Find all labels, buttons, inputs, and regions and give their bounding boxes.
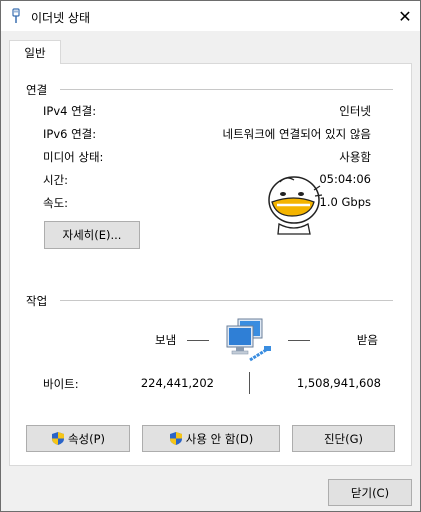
- connection-group-title: 연결: [26, 83, 48, 97]
- general-panel: 연결 IPv4 연결: 인터넷 IPv6 연결: 네트워크에 연결되어 있지 않…: [9, 63, 412, 466]
- disable-button[interactable]: 사용 안 함(D): [142, 425, 280, 452]
- window-title: 이더넷 상태: [31, 11, 91, 25]
- properties-button[interactable]: 속성(P): [26, 425, 130, 452]
- close-icon: ✕: [398, 6, 412, 26]
- duration-label: 시간:: [43, 173, 69, 187]
- bytes-received-value: 1,508,941,608: [296, 376, 381, 390]
- ipv6-label: IPv6 연결:: [43, 127, 97, 141]
- duration-value: 05:04:06: [319, 172, 371, 186]
- properties-button-label: 속성(P): [67, 431, 106, 446]
- ipv4-value: 인터넷: [339, 104, 371, 118]
- details-button[interactable]: 자세히(E)...: [44, 221, 140, 249]
- cartoon-character-sticker: [264, 172, 326, 236]
- diagnose-button-label: 진단(G): [323, 431, 364, 446]
- media-state-label: 미디어 상태:: [43, 150, 104, 164]
- bytes-sent-value: 224,441,202: [140, 376, 214, 390]
- connection-divider: [60, 89, 393, 90]
- tab-general-label: 일반: [24, 46, 46, 60]
- bytes-label: 바이트:: [43, 377, 79, 391]
- ipv4-label: IPv4 연결:: [43, 104, 97, 118]
- activity-divider: [60, 300, 393, 301]
- title-bar: 이더넷 상태 ✕: [1, 1, 420, 31]
- ipv6-value: 네트워크에 연결되어 있지 않음: [222, 127, 371, 141]
- ethernet-cable-icon: [10, 8, 22, 24]
- uac-shield-icon: [169, 431, 183, 446]
- disable-button-label: 사용 안 함(D): [185, 431, 254, 446]
- close-button-label: 닫기(C): [350, 485, 390, 500]
- details-button-label: 자세히(E)...: [62, 228, 122, 242]
- network-computers-icon: [222, 316, 274, 364]
- diagnose-button[interactable]: 진단(G): [292, 425, 395, 452]
- media-state-value: 사용함: [339, 150, 371, 164]
- sent-line: [187, 340, 209, 341]
- speed-label: 속도:: [43, 196, 69, 210]
- received-label: 받음: [356, 333, 378, 347]
- close-button[interactable]: 닫기(C): [328, 479, 412, 506]
- bytes-divider: [249, 372, 250, 394]
- activity-group-title: 작업: [26, 294, 48, 308]
- uac-shield-icon: [51, 431, 65, 446]
- received-line: [288, 340, 310, 341]
- speed-value: 1.0 Gbps: [319, 195, 371, 209]
- tab-general[interactable]: 일반: [9, 40, 61, 64]
- close-window-button[interactable]: ✕: [390, 1, 420, 31]
- sent-label: 보냄: [155, 333, 177, 347]
- ethernet-status-window: 이더넷 상태 ✕ 일반 연결 IPv4 연결: 인터넷 IPv6 연결: 네트워…: [0, 0, 421, 512]
